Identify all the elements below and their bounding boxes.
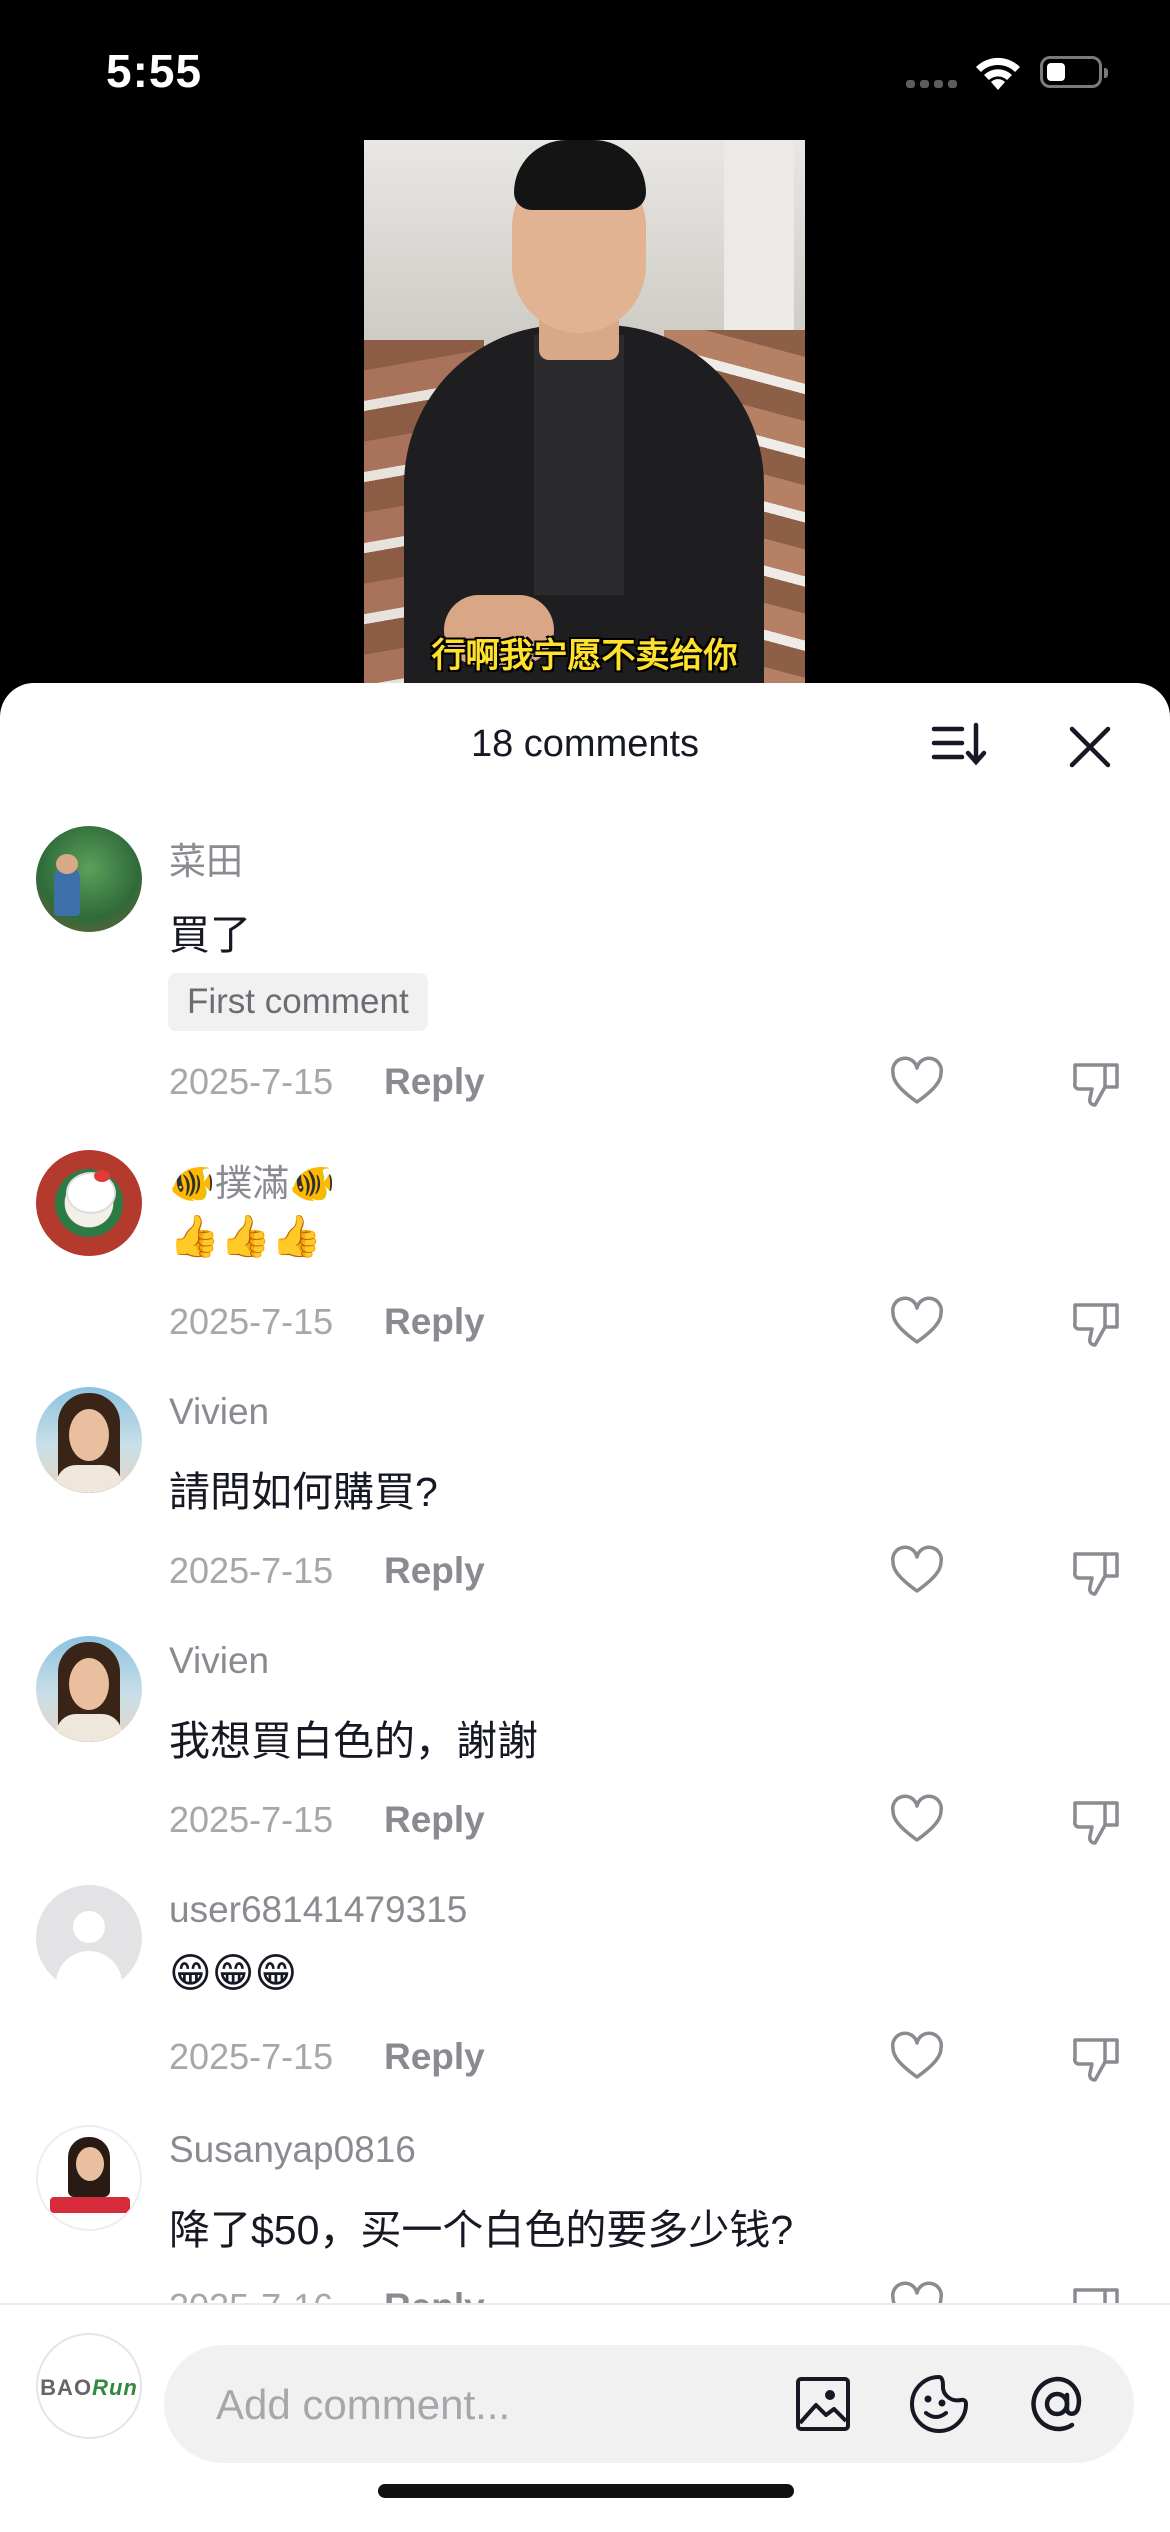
comment-username[interactable]: user68141479315 — [169, 1889, 467, 1931]
video-player[interactable]: 行啊我宁愿不卖给你 — [364, 140, 805, 685]
comment-input-pill — [164, 2345, 1134, 2463]
comment-username[interactable]: Susanyap0816 — [169, 2129, 416, 2171]
comment-text: 買了 — [169, 912, 251, 958]
heart-icon[interactable] — [889, 1055, 945, 1111]
video-caption: 行啊我宁愿不卖给你 — [431, 637, 738, 675]
comments-header: 18 comments — [0, 683, 1170, 793]
heart-icon[interactable] — [889, 1295, 945, 1351]
comment-date: 2025-7-15 — [169, 2036, 334, 2077]
dislike-icon[interactable] — [1069, 1544, 1125, 1600]
comment-username[interactable]: Vivien — [169, 1640, 269, 1682]
mention-icon[interactable] — [1024, 2371, 1090, 2437]
dislike-icon[interactable] — [1069, 1055, 1125, 1111]
comment-date: 2025-7-15 — [169, 1301, 334, 1342]
comment-username[interactable]: 菜田 — [169, 831, 243, 885]
avatar[interactable] — [36, 826, 142, 932]
my-avatar[interactable]: BAORun — [36, 2333, 142, 2439]
reply-button[interactable]: Reply — [384, 1301, 485, 1343]
avatar[interactable] — [36, 2125, 142, 2231]
avatar[interactable] — [36, 1387, 142, 1493]
dislike-icon[interactable] — [1069, 1295, 1125, 1351]
comment-username[interactable]: 🐠撲滿🐠 — [169, 1153, 335, 1207]
reply-button[interactable]: Reply — [384, 1061, 485, 1103]
comments-count-title: 18 comments — [470, 723, 700, 765]
comment-text: 我想買白色的，謝謝 — [169, 1718, 538, 1764]
sort-icon[interactable] — [928, 715, 988, 775]
avatar[interactable] — [36, 1150, 142, 1256]
status-bar: 5:55 — [0, 0, 1170, 140]
image-icon[interactable] — [790, 2371, 856, 2437]
avatar[interactable] — [36, 1885, 142, 1991]
comment-date: 2025-7-15 — [169, 1550, 334, 1591]
dislike-icon[interactable] — [1069, 2030, 1125, 2086]
comment-date: 2025-7-15 — [169, 1799, 334, 1840]
avatar-logo: BAORun — [40, 2375, 138, 2400]
comment-text: 降了$50，买一个白色的要多少钱? — [169, 2207, 794, 2253]
cellular-signal-icon — [906, 80, 958, 88]
reply-button[interactable]: Reply — [384, 1799, 485, 1841]
avatar[interactable] — [36, 1636, 142, 1742]
comment-username[interactable]: Vivien — [169, 1391, 269, 1433]
comment-text: 請問如何購買? — [169, 1469, 438, 1515]
dislike-icon[interactable] — [1069, 1793, 1125, 1849]
comment-date: 2025-7-15 — [169, 1061, 334, 1102]
close-icon[interactable] — [1062, 719, 1118, 775]
reply-button[interactable]: Reply — [384, 1550, 485, 1592]
home-indicator[interactable] — [378, 2484, 794, 2498]
comment-text: 👍👍👍 — [169, 1213, 323, 1259]
comment-input[interactable] — [214, 2373, 778, 2437]
heart-icon[interactable] — [889, 1544, 945, 1600]
sticker-icon[interactable] — [906, 2371, 972, 2437]
heart-icon[interactable] — [889, 1793, 945, 1849]
heart-icon[interactable] — [889, 2030, 945, 2086]
comment-text: 😁😁😁 — [169, 1950, 298, 1996]
reply-button[interactable]: Reply — [384, 2036, 485, 2078]
first-comment-badge: First comment — [168, 973, 428, 1031]
battery-icon — [1040, 56, 1108, 88]
status-time: 5:55 — [106, 45, 203, 97]
comments-sheet: 18 comments 菜田 買了 First comment 2025-7-1… — [0, 683, 1170, 2532]
wifi-icon — [976, 57, 1020, 90]
